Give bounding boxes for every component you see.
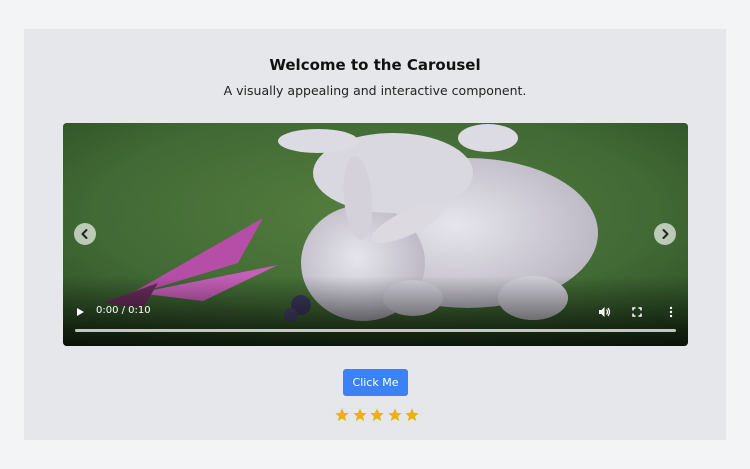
time-display: 0:00 / 0:10 [96,305,151,316]
carousel-card: Welcome to the Carousel A visually appea… [24,29,726,440]
more-options-button[interactable] [663,304,679,320]
volume-button[interactable] [596,304,612,320]
star-rating[interactable] [334,407,420,423]
carousel-prev-button[interactable] [74,223,96,245]
play-icon [77,308,84,316]
click-me-button[interactable]: Click Me [343,369,408,396]
star-icon[interactable] [352,407,368,423]
video-player[interactable]: 0:00 / 0:10 [63,123,688,346]
chevron-right-icon [662,229,669,239]
carousel-next-button[interactable] [654,223,676,245]
star-icon[interactable] [387,407,403,423]
play-button[interactable] [72,304,88,320]
fullscreen-icon [632,307,642,317]
video-progress-bar[interactable] [75,329,676,332]
star-icon[interactable] [404,407,420,423]
star-icon[interactable] [369,407,385,423]
star-icon[interactable] [334,407,350,423]
page-title: Welcome to the Carousel [269,56,481,74]
fullscreen-button[interactable] [629,304,645,320]
volume-icon [598,307,610,317]
page-subtitle: A visually appealing and interactive com… [223,83,527,98]
more-vertical-icon [669,306,673,318]
chevron-left-icon [81,229,88,239]
video-controls: 0:00 / 0:10 [63,304,688,320]
